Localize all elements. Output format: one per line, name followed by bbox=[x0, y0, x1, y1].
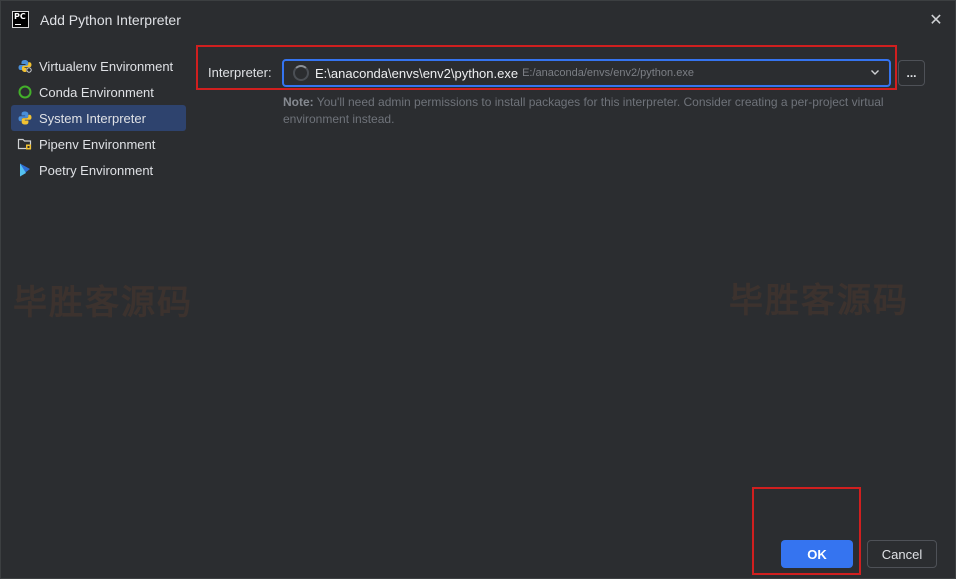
pycharm-logo-icon: PC bbox=[12, 11, 29, 28]
interpreter-label: Interpreter: bbox=[208, 65, 272, 80]
sidebar-item-label: Pipenv Environment bbox=[39, 136, 156, 152]
close-button[interactable]: ✕ bbox=[925, 9, 947, 31]
admin-permissions-note: Note: You'll need admin permissions to i… bbox=[283, 94, 923, 128]
add-python-interpreter-dialog: PC Add Python Interpreter ✕ Virtualenv E… bbox=[0, 0, 956, 579]
browse-button[interactable]: ... bbox=[898, 60, 925, 86]
sidebar-item-label: Conda Environment bbox=[39, 84, 154, 100]
loading-spinner-icon bbox=[293, 65, 309, 81]
cancel-button[interactable]: Cancel bbox=[867, 540, 937, 568]
sidebar-item-label: Virtualenv Environment bbox=[39, 58, 174, 74]
sidebar-item-virtualenv[interactable]: Virtualenv Environment bbox=[11, 53, 186, 79]
note-prefix: Note: bbox=[283, 95, 314, 109]
environment-type-list: Virtualenv Environment Conda Environment… bbox=[11, 53, 186, 183]
interpreter-dropdown[interactable]: E:\anaconda\envs\env2\python.exe E:/anac… bbox=[282, 59, 891, 87]
watermark-left: 毕胜客源码 bbox=[13, 283, 193, 323]
ok-button[interactable]: OK bbox=[781, 540, 853, 568]
virtualenv-icon bbox=[17, 58, 33, 74]
dialog-title: Add Python Interpreter bbox=[40, 12, 181, 28]
watermark-right: 毕胜客源码 bbox=[729, 281, 909, 321]
sidebar-item-label: System Interpreter bbox=[39, 110, 146, 126]
interpreter-path: E:\anaconda\envs\env2\python.exe bbox=[315, 65, 519, 81]
title-bar: PC Add Python Interpreter ✕ bbox=[1, 1, 955, 41]
python-icon bbox=[17, 110, 33, 126]
sidebar-item-label: Poetry Environment bbox=[39, 162, 154, 178]
sidebar-item-poetry[interactable]: Poetry Environment bbox=[11, 157, 186, 183]
interpreter-path-hint: E:/anaconda/envs/env2/python.exe bbox=[522, 67, 694, 79]
poetry-icon bbox=[17, 162, 33, 178]
pipenv-icon bbox=[17, 136, 33, 152]
chevron-down-icon bbox=[869, 66, 881, 81]
sidebar-item-pipenv[interactable]: Pipenv Environment bbox=[11, 131, 186, 157]
sidebar-item-system-interpreter[interactable]: System Interpreter bbox=[11, 105, 186, 131]
note-text: You'll need admin permissions to install… bbox=[283, 95, 884, 126]
sidebar-item-conda[interactable]: Conda Environment bbox=[11, 79, 186, 105]
close-icon: ✕ bbox=[929, 12, 943, 29]
conda-icon bbox=[17, 84, 33, 100]
